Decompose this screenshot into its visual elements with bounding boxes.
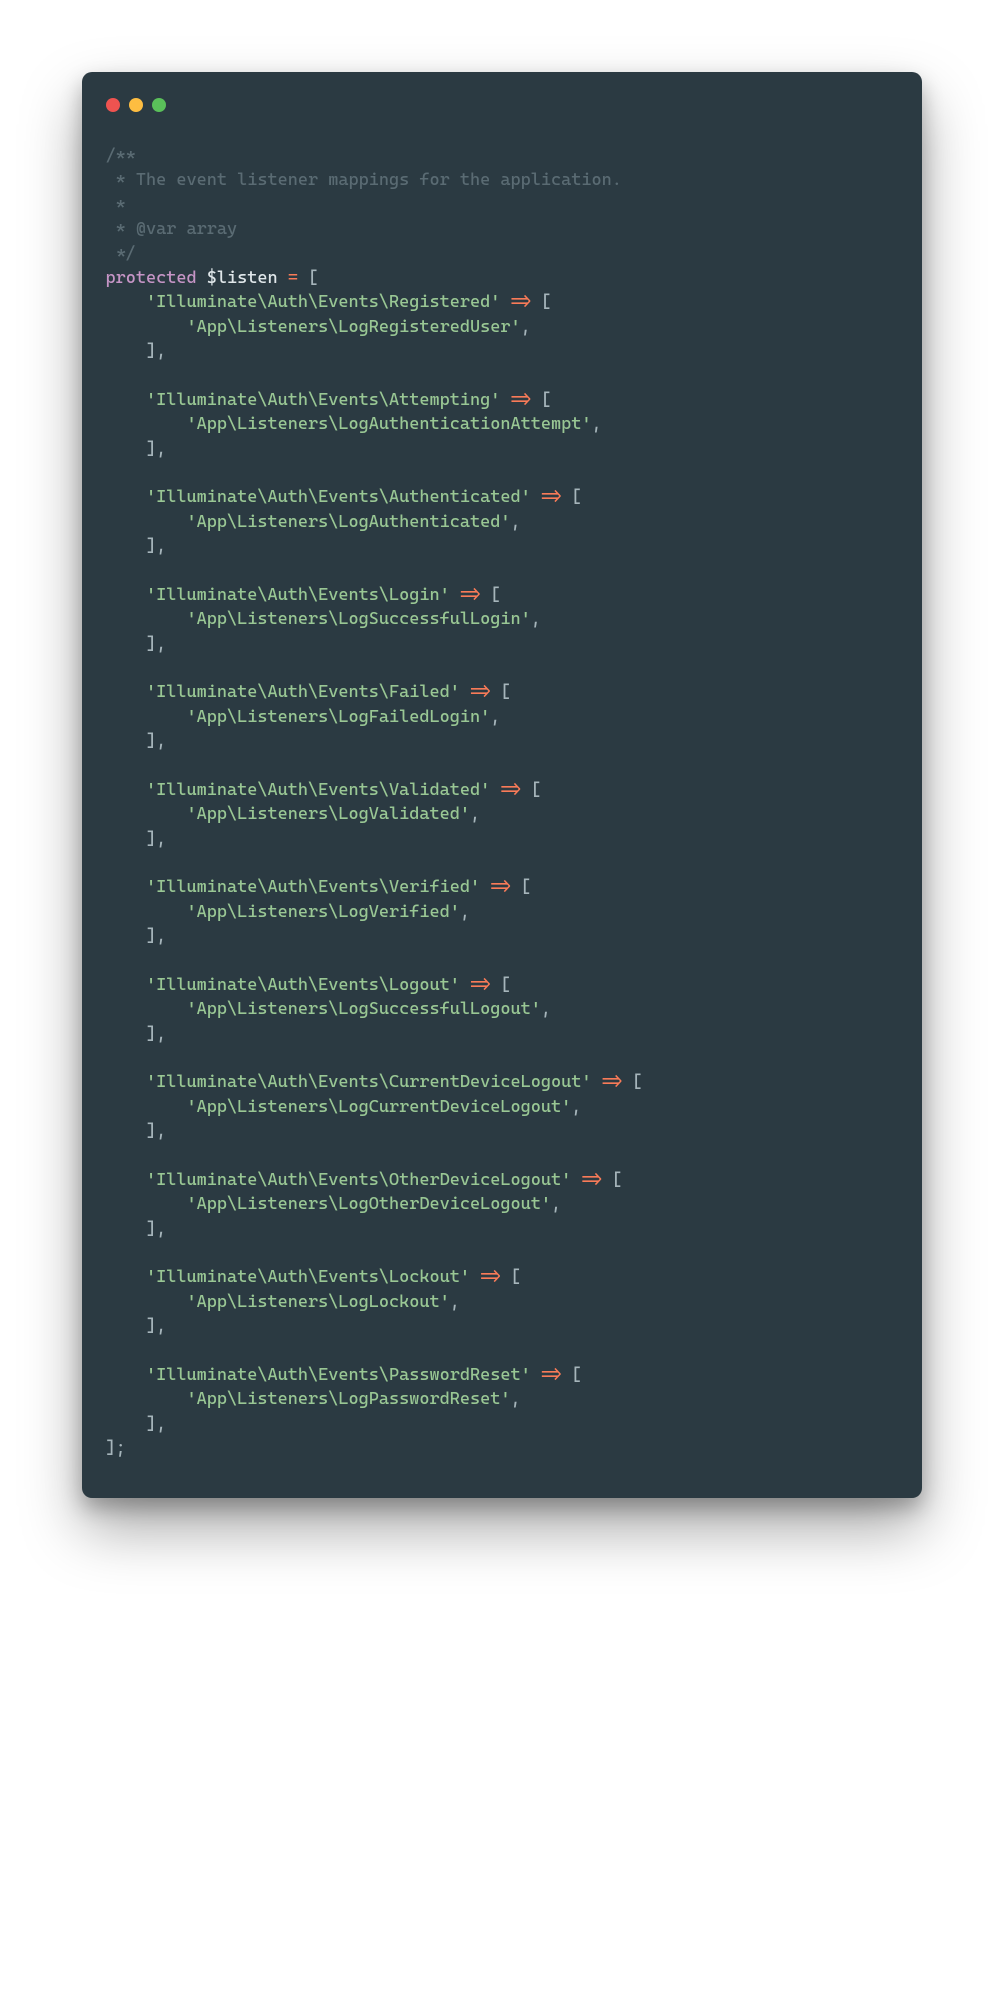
minimize-icon xyxy=(129,98,143,112)
code-block: /** * The event listener mappings for th… xyxy=(106,144,898,1460)
code-window: /** * The event listener mappings for th… xyxy=(82,72,922,1498)
window-traffic-lights xyxy=(106,98,898,112)
close-icon xyxy=(106,98,120,112)
zoom-icon xyxy=(152,98,166,112)
